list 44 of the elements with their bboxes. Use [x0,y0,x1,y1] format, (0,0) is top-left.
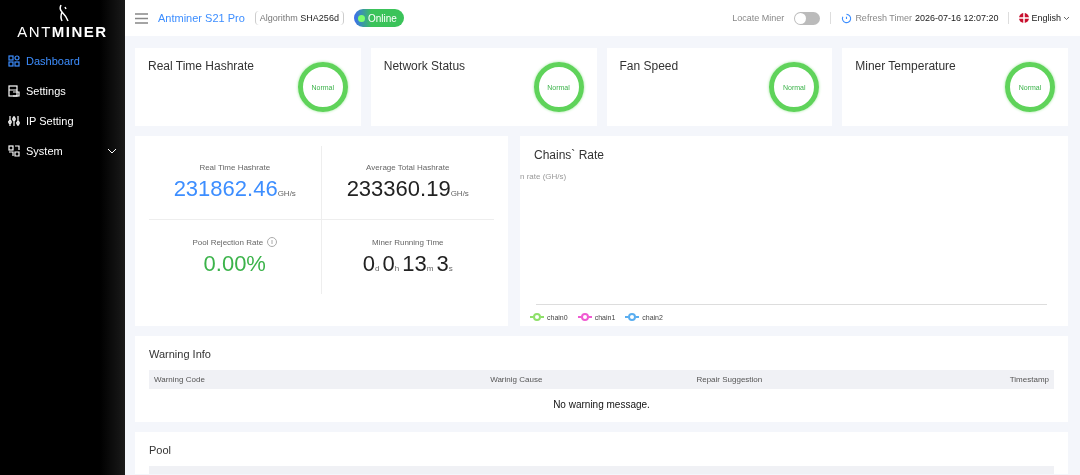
column-header: Timestamp [1008,375,1049,384]
grid-icon [8,55,20,67]
panel-icon [8,85,20,97]
status-pill: Online [353,9,404,27]
brand-logo: ANTMINER [17,23,108,40]
stat-label: Miner Running Time [371,237,444,247]
locate-label: Locate Miner [732,13,785,23]
timer-icon [841,12,853,24]
info-icon[interactable] [267,237,278,247]
ant-logo-icon [56,4,69,22]
nav-item[interactable]: Dashboard [0,46,125,76]
nav-item[interactable]: System [0,136,125,166]
card-title: Fan Speed [619,59,679,75]
stat-label: Real Time Hashrate [199,163,271,172]
nav-item[interactable]: IP Setting [0,106,125,136]
column-header: Warinig Cause [489,375,544,384]
menu-icon[interactable] [135,12,148,24]
stat-label: Average Total Hashrate [366,163,450,172]
nav-item[interactable]: Settings [0,76,125,106]
refresh-time: 2026-07-16 12:07:20 [914,13,999,23]
column-header: Repair Suggestion [695,375,764,384]
modules-icon [8,145,20,157]
card-title: Network Status [383,59,466,75]
locate-toggle[interactable] [794,11,821,25]
card-title: Miner Temperature [855,59,956,75]
card-title: Real Time Hashrate [148,59,255,75]
refresh-label: Refresh Timer [855,13,912,23]
miner-model: Antminer S21 Pro [158,12,245,24]
stat-label: Pool Rejection Rate [192,237,264,247]
algorithm-tag: Algorithm SHA256d [254,11,344,25]
panel-title: Pool [149,444,173,456]
stat-value: 233360.19GH/s [346,176,469,202]
language-select[interactable]: English [1019,13,1070,23]
chevron-icon [1063,15,1070,21]
stat-value: 0d 0h 13m 3s [362,250,453,277]
empty-message: No warning message. [553,399,650,410]
chart-title: Chains` Rate [533,148,606,162]
sliders-icon [8,115,20,127]
stat-value: 0.00% [203,251,266,277]
flag-icon [1019,13,1030,23]
axis-label: n rate (GH/s) [520,172,568,181]
panel-title: Warning Info [149,348,212,360]
column-header: Warning Code [154,375,206,384]
stat-value: 231862.46GH/s [173,176,296,202]
